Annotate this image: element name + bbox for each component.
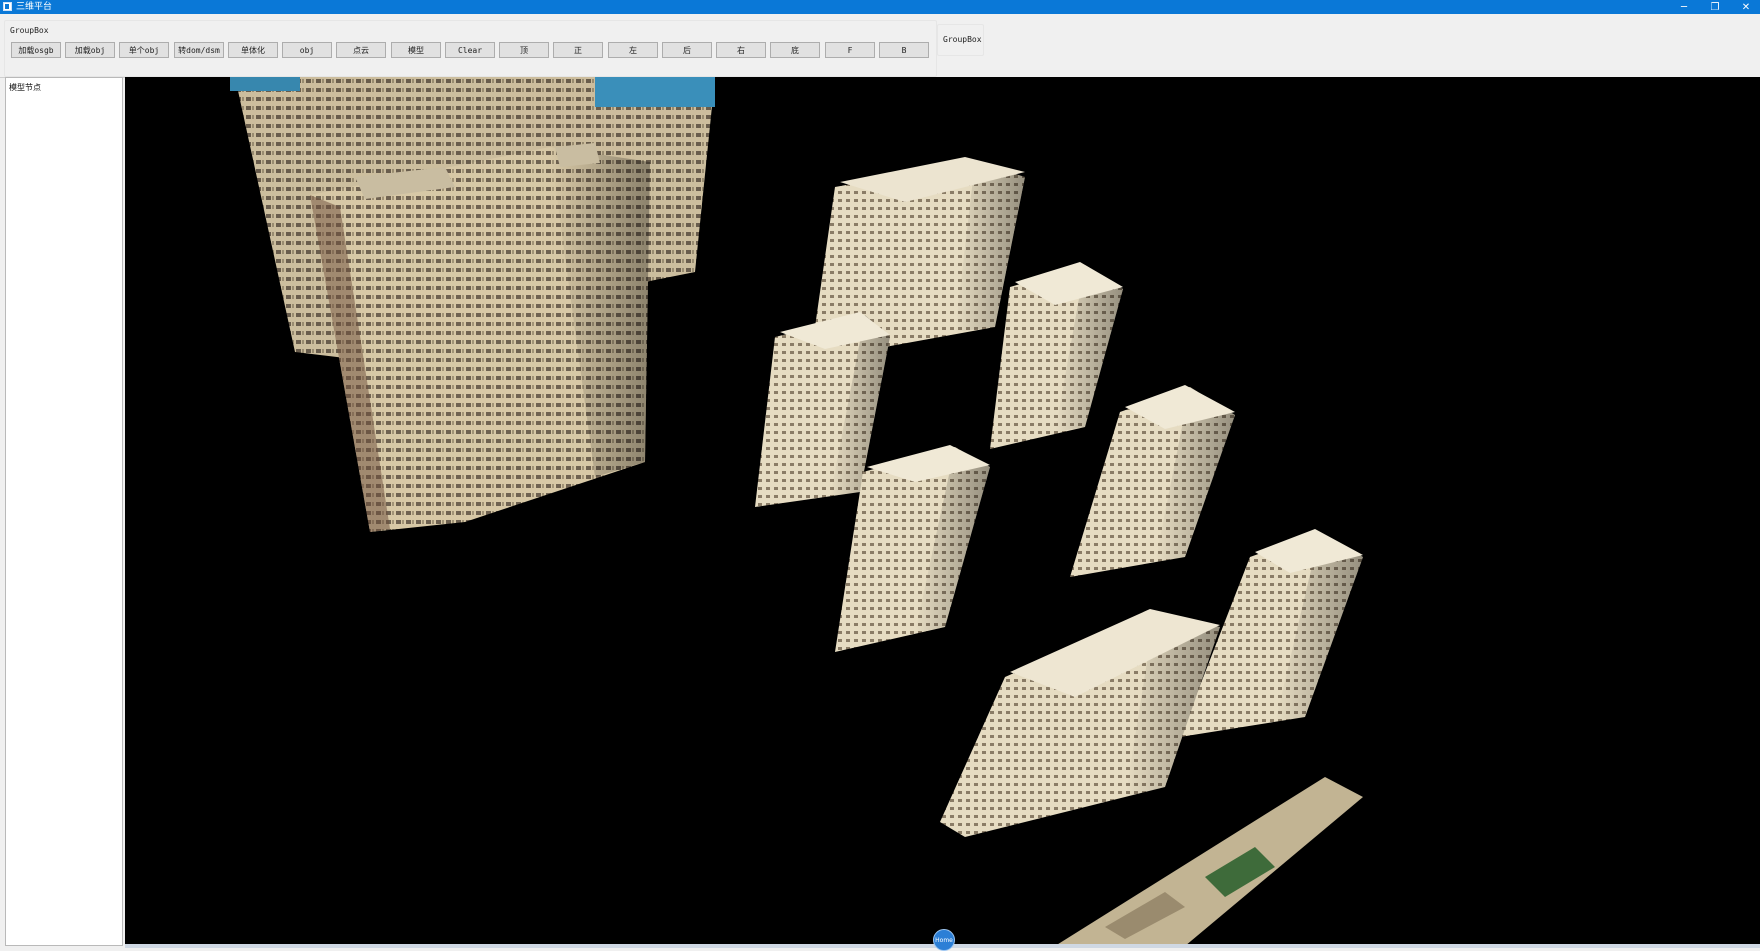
app-icon (3, 2, 12, 11)
model-button[interactable]: 模型 (391, 42, 441, 58)
building-g (940, 609, 1220, 837)
view-left-button[interactable]: 左 (608, 42, 658, 58)
building-scene (230, 77, 1363, 946)
groupbox-2-title: GroupBox (943, 35, 982, 44)
to-dom-dsm-button[interactable]: 转dom/dsm (174, 42, 224, 58)
model-tree-panel[interactable]: 模型节点 (5, 77, 123, 946)
building-d (1070, 385, 1235, 577)
tower-cluster-front (310, 143, 650, 532)
close-button[interactable]: ✕ (1731, 0, 1760, 14)
clear-button[interactable]: Clear (445, 42, 495, 58)
point-cloud-button[interactable]: 点云 (336, 42, 386, 58)
title-bar: 三维平台 ─ ❐ ✕ (0, 0, 1760, 14)
obj-button[interactable]: obj (282, 42, 332, 58)
3d-viewport[interactable] (125, 77, 1760, 946)
b-button[interactable]: B (879, 42, 929, 58)
f-button[interactable]: F (825, 42, 875, 58)
view-back-button[interactable]: 后 (662, 42, 712, 58)
view-right-button[interactable]: 右 (716, 42, 766, 58)
toolbar-groupbox-title: GroupBox (10, 26, 49, 35)
minimize-button[interactable]: ─ (1669, 0, 1699, 14)
view-top-button[interactable]: 顶 (499, 42, 549, 58)
view-bottom-button[interactable]: 底 (770, 42, 820, 58)
single-obj-button[interactable]: 单个obj (119, 42, 169, 58)
monomer-button[interactable]: 单体化 (228, 42, 278, 58)
load-osgb-button[interactable]: 加载osgb (11, 42, 61, 58)
building-b (990, 262, 1123, 449)
window-title: 三维平台 (16, 2, 53, 12)
view-front-button[interactable]: 正 (553, 42, 603, 58)
maximize-button[interactable]: ❐ (1700, 0, 1730, 14)
load-obj-button[interactable]: 加载obj (65, 42, 115, 58)
model-tree-header: 模型节点 (9, 83, 41, 92)
